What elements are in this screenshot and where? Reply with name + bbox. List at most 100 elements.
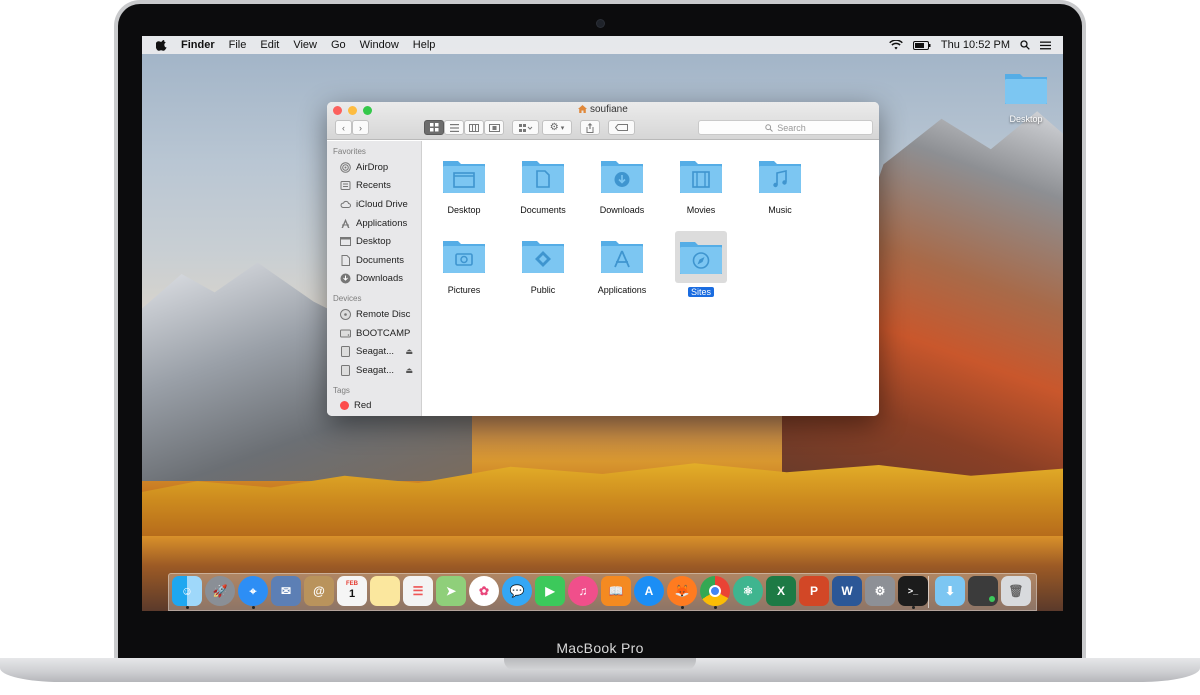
external-drive-icon — [341, 346, 350, 358]
edit-tags-button[interactable] — [608, 120, 635, 135]
word-icon[interactable]: W — [832, 576, 862, 606]
list-view-button[interactable] — [444, 120, 464, 135]
finder-sidebar: Favorites AirDrop Recents iCloud Drive A… — [327, 141, 422, 416]
desktop-folder-label: Desktop — [1009, 114, 1043, 124]
trash-icon[interactable]: 🗑 — [1001, 576, 1031, 606]
sidebar-item-recents[interactable]: Recents — [327, 177, 421, 196]
folder-documents[interactable]: Documents — [512, 151, 574, 215]
facetime-icon[interactable]: ▶ — [535, 576, 565, 606]
spotlight-search-icon[interactable] — [1020, 40, 1030, 50]
sidebar-item-bootcamp[interactable]: BOOTCAMP — [327, 324, 421, 343]
safari-icon[interactable]: ⌖ — [238, 576, 268, 606]
reminders-icon[interactable]: ☰ — [403, 576, 433, 606]
sidebar-item-label: Red — [354, 400, 372, 412]
sidebar-item-label: AirDrop — [356, 161, 389, 173]
powerpoint-icon[interactable]: P — [799, 576, 829, 606]
sidebar-item-label: Desktop — [356, 236, 391, 248]
ibooks-icon[interactable]: 📖 — [601, 576, 631, 606]
itunes-icon[interactable]: ♫ — [568, 576, 598, 606]
sidebar-item-seagate-2[interactable]: Seagat... ⏏ — [327, 361, 421, 380]
finder-icon[interactable]: ☺ — [172, 576, 202, 606]
menu-edit[interactable]: Edit — [253, 39, 286, 51]
maps-icon[interactable]: ➤ — [436, 576, 466, 606]
sidebar-item-documents[interactable]: Documents — [327, 251, 421, 270]
notification-center-icon[interactable] — [1040, 41, 1051, 50]
sites-folder-icon — [680, 242, 722, 274]
sidebar-item-remote-disc[interactable]: Remote Disc — [327, 305, 421, 324]
folder-sites[interactable]: Sites — [670, 231, 732, 297]
sidebar-item-label: Seagat... — [356, 364, 395, 376]
sidebar-item-tag-red[interactable]: Red — [327, 397, 421, 416]
atom-icon[interactable]: ⚛ — [733, 576, 763, 606]
folder-label: Sites — [670, 287, 732, 297]
mail-stamp-icon[interactable]: ✉ — [271, 576, 301, 606]
forward-button[interactable]: › — [352, 120, 369, 135]
sidebar-item-downloads[interactable]: Downloads — [327, 270, 421, 289]
applications-folder-icon — [601, 241, 643, 273]
sidebar-header-devices: Devices — [333, 294, 362, 304]
applications-icon — [341, 218, 350, 228]
desktop-folder-icon — [443, 161, 485, 193]
sidebar-item-seagate-1[interactable]: Seagat... ⏏ — [327, 342, 421, 361]
menu-window[interactable]: Window — [353, 39, 406, 51]
wifi-icon[interactable] — [889, 40, 903, 50]
app-store-icon[interactable]: A — [634, 576, 664, 606]
menubar-clock[interactable]: Thu 10:52 PM — [941, 39, 1010, 51]
movies-folder-icon — [680, 161, 722, 193]
back-button[interactable]: ‹ — [335, 120, 352, 135]
battery-icon[interactable] — [912, 40, 931, 50]
firefox-icon[interactable]: 🦊 — [667, 576, 697, 606]
disc-icon — [340, 308, 351, 320]
menu-help[interactable]: Help — [406, 39, 443, 51]
folder-desktop[interactable]: Desktop — [433, 151, 495, 215]
contacts-icon[interactable]: @ — [304, 576, 334, 606]
finder-window: soufiane ‹ › ⚙ ▾ Search Favorites AirDro… — [327, 102, 879, 416]
folder-movies[interactable]: Movies — [670, 151, 732, 215]
folder-public[interactable]: Public — [512, 231, 574, 295]
downloads-folder-icon — [601, 161, 643, 193]
grid-view-icon — [429, 123, 438, 132]
eject-icon[interactable]: ⏏ — [405, 366, 413, 375]
finder-titlebar: soufiane ‹ › ⚙ ▾ Search — [327, 102, 879, 140]
sidebar-item-airdrop[interactable]: AirDrop — [327, 158, 421, 177]
notes-icon[interactable] — [370, 576, 400, 606]
messages-icon[interactable]: 💬 — [502, 576, 532, 606]
menu-go[interactable]: Go — [324, 39, 353, 51]
sidebar-item-desktop[interactable]: Desktop — [327, 232, 421, 251]
calendar-icon[interactable]: FEB 1 — [337, 576, 367, 606]
folder-applications[interactable]: Applications — [591, 231, 653, 295]
folder-label: Pictures — [447, 285, 481, 295]
terminal-icon[interactable]: >_ — [898, 576, 928, 606]
sidebar-item-label: BOOTCAMP — [356, 327, 411, 339]
icon-view-button[interactable] — [424, 120, 444, 135]
excel-icon[interactable]: X — [766, 576, 796, 606]
share-button[interactable] — [580, 120, 600, 135]
sidebar-item-icloud-drive[interactable]: iCloud Drive — [327, 195, 421, 214]
gallery-view-button[interactable] — [484, 120, 504, 135]
menu-file[interactable]: File — [222, 39, 254, 51]
apple-icon[interactable] — [156, 39, 168, 51]
eject-icon[interactable]: ⏏ — [405, 347, 413, 356]
downloads-stack-icon[interactable]: ⬇ — [935, 576, 965, 606]
cloud-icon — [340, 200, 351, 208]
folder-downloads[interactable]: Downloads — [591, 151, 653, 215]
menu-app-name[interactable]: Finder — [174, 39, 222, 51]
group-by-button[interactable] — [512, 120, 539, 135]
column-view-button[interactable] — [464, 120, 484, 135]
system-preferences-icon[interactable]: ⚙ — [865, 576, 895, 606]
screenshot-stack-icon[interactable] — [968, 576, 998, 606]
photos-icon[interactable]: ✿ — [469, 576, 499, 606]
window-title: soufiane — [327, 104, 879, 115]
sidebar-item-applications[interactable]: Applications — [327, 214, 421, 233]
menu-view[interactable]: View — [286, 39, 324, 51]
desktop-folder[interactable]: Desktop — [996, 70, 1056, 124]
folder-music[interactable]: Music — [749, 151, 811, 215]
launchpad-icon[interactable]: 🚀 — [205, 576, 235, 606]
folder-pictures[interactable]: Pictures — [433, 231, 495, 295]
action-menu-button[interactable]: ⚙ ▾ — [542, 120, 572, 135]
folder-label: Public — [530, 285, 556, 295]
chrome-icon[interactable] — [700, 576, 730, 606]
calendar-month: FEB — [346, 581, 358, 587]
laptop-notch — [504, 658, 696, 670]
search-field[interactable]: Search — [698, 120, 873, 135]
